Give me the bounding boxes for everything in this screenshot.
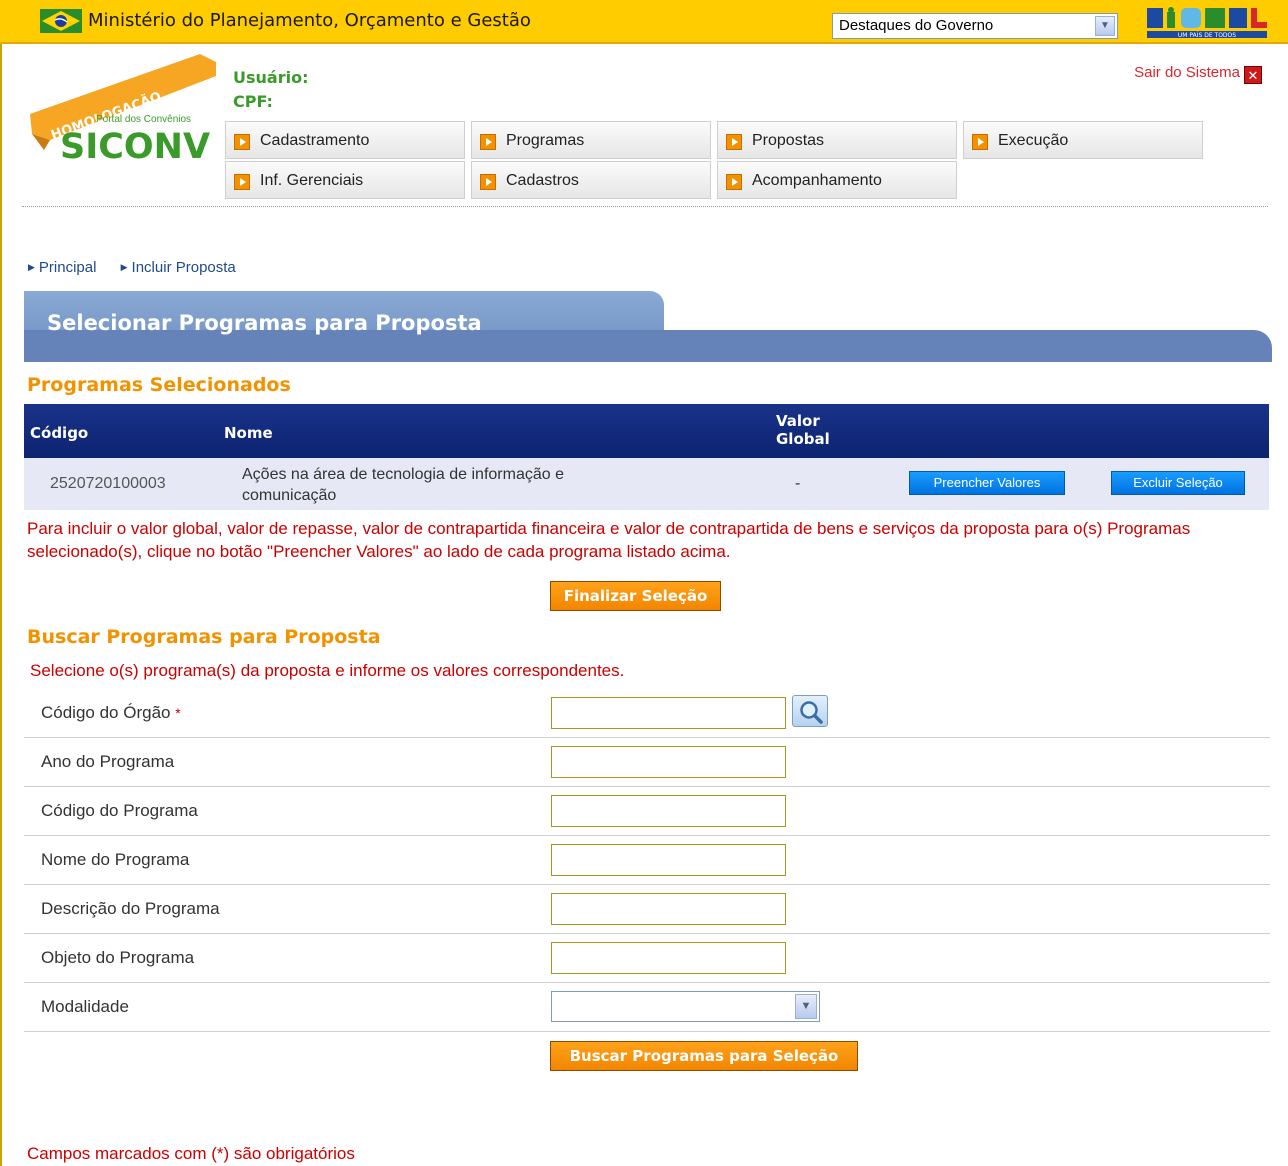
codigo-label: Código do Programa xyxy=(41,801,198,820)
siconv-wordmark: SICONV xyxy=(60,127,210,164)
orgao-code-input[interactable] xyxy=(551,697,786,729)
menu-item-label: Programas xyxy=(506,132,585,149)
caret-right-icon: ▶ xyxy=(28,262,35,272)
column-header-name: Nome xyxy=(224,424,273,442)
table-header: Código Nome Valor Global xyxy=(24,404,1269,458)
descricao-input[interactable] xyxy=(551,893,786,925)
breadcrumb-principal[interactable]: ▶ Principal xyxy=(28,259,106,276)
form-row-objeto: Objeto do Programa xyxy=(24,934,1270,983)
header-divider xyxy=(22,206,1268,207)
form-row-ano: Ano do Programa xyxy=(24,738,1270,787)
selected-programs-heading: Programas Selecionados xyxy=(27,374,291,396)
form-row-nome: Nome do Programa xyxy=(24,836,1270,885)
breadcrumb-label: Principal xyxy=(38,259,97,276)
menu-item-label: Cadastramento xyxy=(260,132,370,149)
logout-label: Sair do Sistema xyxy=(1134,64,1240,81)
column-header-value: Valor Global xyxy=(776,412,830,448)
form-row-descricao: Descrição do Programa xyxy=(24,885,1270,934)
brasil-logo[interactable]: UM PAÍS DE TODOS xyxy=(1145,4,1270,40)
nome-label: Nome do Programa xyxy=(41,850,190,869)
breadcrumb-incluir-proposta[interactable]: ▶ Incluir Proposta xyxy=(121,259,246,276)
menu-item-label: Inf. Gerenciais xyxy=(260,172,364,189)
menu-item-label: Propostas xyxy=(752,132,825,149)
column-header-value-line-1: Valor xyxy=(776,412,820,430)
program-name: Ações na área de tecnologia de informaçã… xyxy=(242,464,564,506)
menu-item-label: Execução xyxy=(998,132,1069,149)
objeto-label: Objeto do Programa xyxy=(41,948,195,967)
magnifier-icon xyxy=(800,701,823,724)
siconv-logo-graphic: HOMOLOGAÇÃO Portal dos Convênios SICONV xyxy=(30,54,216,167)
brasil-slogan: UM PAÍS DE TODOS xyxy=(1178,32,1236,39)
modalidade-label: Modalidade xyxy=(41,997,129,1016)
table-row: 2520720100003 Ações na área de tecnologi… xyxy=(24,458,1269,510)
descricao-label: Descrição do Programa xyxy=(41,899,220,918)
arrow-right-icon xyxy=(972,134,988,150)
siconv-logo[interactable]: HOMOLOGAÇÃO Portal dos Convênios SICONV xyxy=(20,52,220,167)
orgao-label-text: Código do Órgão xyxy=(41,703,171,722)
form-row-codigo: Código do Programa xyxy=(24,787,1270,836)
form-row-orgao: Código do Órgão * xyxy=(24,689,1270,738)
government-highlights-select[interactable]: Destaques do Governo ▼ xyxy=(832,13,1118,39)
program-global-value: - xyxy=(795,475,801,492)
orgao-lookup-button[interactable] xyxy=(792,695,828,727)
required-marker: * xyxy=(175,705,181,721)
menu-item-programas[interactable]: Programas xyxy=(471,121,711,159)
chevron-down-icon[interactable]: ▼ xyxy=(1095,16,1115,36)
arrow-right-icon xyxy=(726,134,742,150)
brazil-flag-icon xyxy=(40,9,82,33)
menu-item-label: Acompanhamento xyxy=(752,172,882,189)
program-code: 2520720100003 xyxy=(50,475,166,492)
arrow-right-icon xyxy=(234,174,250,190)
fill-values-button[interactable]: Preencher Valores xyxy=(909,471,1065,495)
government-highlights-value: Destaques do Governo xyxy=(839,17,994,34)
menu-item-cadastros[interactable]: Cadastros xyxy=(471,161,711,199)
menu-item-cadastramento[interactable]: Cadastramento xyxy=(225,121,465,159)
caret-right-icon: ▶ xyxy=(120,262,128,272)
user-label: Usuário: xyxy=(233,68,309,87)
menu-item-execucao[interactable]: Execução xyxy=(963,121,1203,159)
logout-link[interactable]: Sair do Sistema ✕ xyxy=(1134,64,1262,84)
arrow-right-icon xyxy=(234,134,250,150)
arrow-right-icon xyxy=(480,134,496,150)
ano-input[interactable] xyxy=(551,746,786,778)
form-row-modalidade: Modalidade ▼ xyxy=(24,983,1270,1032)
ministry-link[interactable]: Ministério do Planejamento, Orçamento e … xyxy=(88,10,531,31)
menu-item-propostas[interactable]: Propostas xyxy=(717,121,957,159)
column-header-code: Código xyxy=(30,424,89,442)
program-name-line-1: Ações na área de tecnologia de informaçã… xyxy=(242,466,564,483)
portal-subtitle: Portal dos Convênios xyxy=(96,114,191,125)
breadcrumb-label: Incluir Proposta xyxy=(131,259,236,276)
close-icon[interactable]: ✕ xyxy=(1244,66,1262,84)
search-programs-button[interactable]: Buscar Programas para Seleção xyxy=(550,1041,858,1071)
breadcrumb: ▶ Principal ▶ Incluir Proposta xyxy=(28,259,256,276)
finish-selection-button[interactable]: Finalizar Seleção xyxy=(550,581,721,611)
search-instruction: Selecione o(s) programa(s) da proposta e… xyxy=(30,661,625,680)
menu-item-label: Cadastros xyxy=(506,172,579,189)
page-title: Selecionar Programas para Proposta xyxy=(47,311,482,335)
search-programs-heading: Buscar Programas para Proposta xyxy=(27,626,381,648)
modalidade-select[interactable]: ▼ xyxy=(551,991,820,1022)
nome-input[interactable] xyxy=(551,844,786,876)
remove-selection-button[interactable]: Excluir Seleção xyxy=(1111,471,1245,495)
cpf-label: CPF: xyxy=(233,92,273,111)
required-fields-note: Campos marcados com (*) são obrigatórios xyxy=(27,1144,355,1163)
menu-item-inf-gerenciais[interactable]: Inf. Gerenciais xyxy=(225,161,465,199)
column-header-value-line-2: Global xyxy=(776,430,830,448)
arrow-right-icon xyxy=(726,174,742,190)
ano-label: Ano do Programa xyxy=(41,752,175,771)
codigo-input[interactable] xyxy=(551,795,786,827)
program-name-line-2: comunicação xyxy=(242,487,337,504)
fill-values-note: Para incluir o valor global, valor de re… xyxy=(27,519,1191,561)
government-bar: Ministério do Planejamento, Orçamento e … xyxy=(0,0,1288,44)
user-info: Usuário: CPF: xyxy=(233,66,308,114)
objeto-input[interactable] xyxy=(551,942,786,974)
orgao-label: Código do Órgão * xyxy=(41,703,181,723)
menu-item-acompanhamento[interactable]: Acompanhamento xyxy=(717,161,957,199)
chevron-down-icon[interactable]: ▼ xyxy=(795,994,817,1019)
arrow-right-icon xyxy=(480,174,496,190)
